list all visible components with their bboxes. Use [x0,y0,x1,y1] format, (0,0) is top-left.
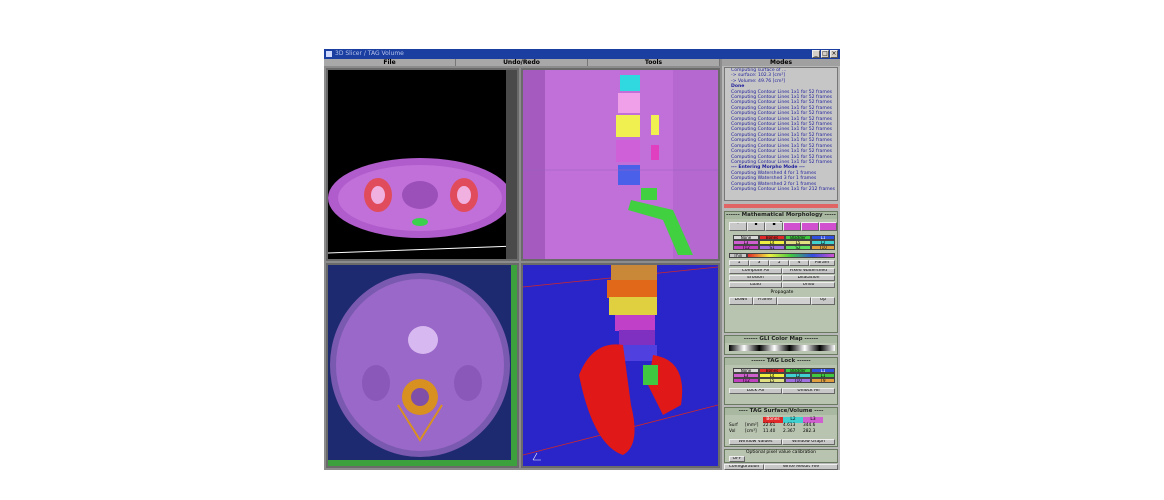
taglock-section: ------ TAG Lock ------ None Bones Bladde… [724,357,838,405]
minimize-button[interactable]: _ [812,50,820,58]
param-button[interactable]: Param [809,260,835,266]
vol-bones: 11.40 [763,429,776,434]
vol-l3: 282.3 [803,429,816,434]
tag-s1[interactable]: S1 [759,245,785,250]
menu-bar: File Undo/Redo Tools [324,59,720,66]
frame-button[interactable]: Frame [753,297,777,305]
lock-all-button[interactable]: Lock All [729,388,782,394]
surface-volume-section: ---- TAG Surface/Volume ---- Bones L2 L3… [724,407,838,447]
progress-bar [724,204,838,208]
axial-pelvis-image [328,70,517,259]
surface-table: Bones L2 L3 Surf [mm²] 22.61 4.613 344.6… [729,417,835,437]
app-window: 3D Slicer / TAG Volume _ □ × File Undo/R… [324,49,840,470]
log-line: Computing Contour Lines 1x1 for 212 fram… [731,186,835,192]
menu-tools[interactable]: Tools [588,59,720,66]
close-button[interactable]: × [830,50,838,58]
calibration-toggle[interactable]: OFF [729,456,745,462]
maximize-button[interactable]: □ [821,50,829,58]
frame-slider[interactable] [777,297,811,305]
param-3[interactable]: 3 [749,260,769,266]
window-values-button[interactable]: Window Values [729,439,782,445]
menu-undo-redo[interactable]: Undo/Redo [456,59,588,66]
tag-s2[interactable]: S2 [785,245,811,250]
menu-file[interactable]: File [324,59,456,66]
3d-render-image [523,265,718,466]
log-line: Computing Contour Lines 1x1 for 52 frame… [731,111,833,117]
thin-label[interactable]: Thin [729,253,747,258]
log-line: Computing Contour Lines 1x1 for 52 frame… [731,138,833,144]
window-title: 3D Slicer / TAG Volume [335,50,404,57]
sagittal-spine-image [523,70,718,259]
compute-all-button[interactable]: Compute All [729,268,782,274]
lock-t12[interactable]: T12 [733,378,759,383]
log-console[interactable]: Computing surface of ... -> surface: 102.… [724,67,838,201]
tag-t12[interactable]: T12 [733,245,759,250]
viewport-axial-pelvis[interactable] [326,68,519,261]
lock-l5[interactable]: L5 [759,378,785,383]
calibration-section: Optional pixel value calibration OFF [724,449,838,463]
surface-volume-title: ---- TAG Surface/Volume ---- [725,408,837,415]
struct-point-button[interactable]: · [729,222,747,231]
window-graph-button[interactable]: Window Graph [782,439,835,445]
viewport-axial-abdomen[interactable] [326,263,519,468]
struct-large-button[interactable] [783,222,801,231]
vol-l2: 2.367 [783,429,796,434]
struct-xlarge-button[interactable] [801,222,819,231]
param-4[interactable]: 4 [789,260,809,266]
param-1[interactable]: 1 [729,260,749,266]
undo-button[interactable]: Undo [782,282,835,288]
viewport-sagittal-spine[interactable] [521,68,720,261]
tag-t10[interactable]: T10 [811,245,835,250]
unlock-all-button[interactable]: Unlock All [782,388,835,394]
colormap-section: ------ GLI Color Map ------ [724,335,838,355]
propagate-label: Propagate [770,290,794,295]
viewport-3d-render[interactable] [521,263,720,468]
up-button[interactable]: Up [811,297,835,305]
configuration-button[interactable]: Configuration [724,464,764,470]
thin-color-strip[interactable] [747,253,835,258]
title-bar: 3D Slicer / TAG Volume _ □ × [324,49,840,59]
dilatation-button[interactable]: Dilatation [782,275,835,281]
load-button[interactable]: Load [729,282,782,288]
app-icon [326,51,332,57]
colormap-title: ------ GLI Color Map ------ [725,336,837,343]
morphology-section: ------ Mathematical Morphology ------ · … [724,211,838,333]
write-result-file-button[interactable]: Write Result File [764,464,838,470]
morphology-title: ------ Mathematical Morphology ------ [725,212,837,225]
vol-unit: [cm³] [745,429,757,434]
control-panel: Modes Computing surface of ... -> surface… [722,59,840,470]
vol-label: Vol [729,429,736,434]
lock-t9[interactable]: T9 [811,378,835,383]
struct-small-button[interactable]: ▪ [747,222,765,231]
fixed-watershed-button[interactable]: Fixed Watershed [782,268,835,274]
erosion-button[interactable]: Erosion [729,275,782,281]
param-5[interactable]: 5 [769,260,789,266]
modes-title[interactable]: Modes [722,59,840,66]
struct-xxlarge-button[interactable] [819,222,837,231]
down-button[interactable]: Down [729,297,753,305]
log-line: Computing Contour Lines 1x1 for 52 frame… [731,149,833,155]
colormap-strip[interactable] [729,345,835,351]
taglock-title: ------ TAG Lock ------ [725,358,837,365]
lock-t10[interactable]: T10 [785,378,811,383]
struct-medium-button[interactable]: ◾ [765,222,783,231]
axial-abdomen-image [328,265,517,466]
